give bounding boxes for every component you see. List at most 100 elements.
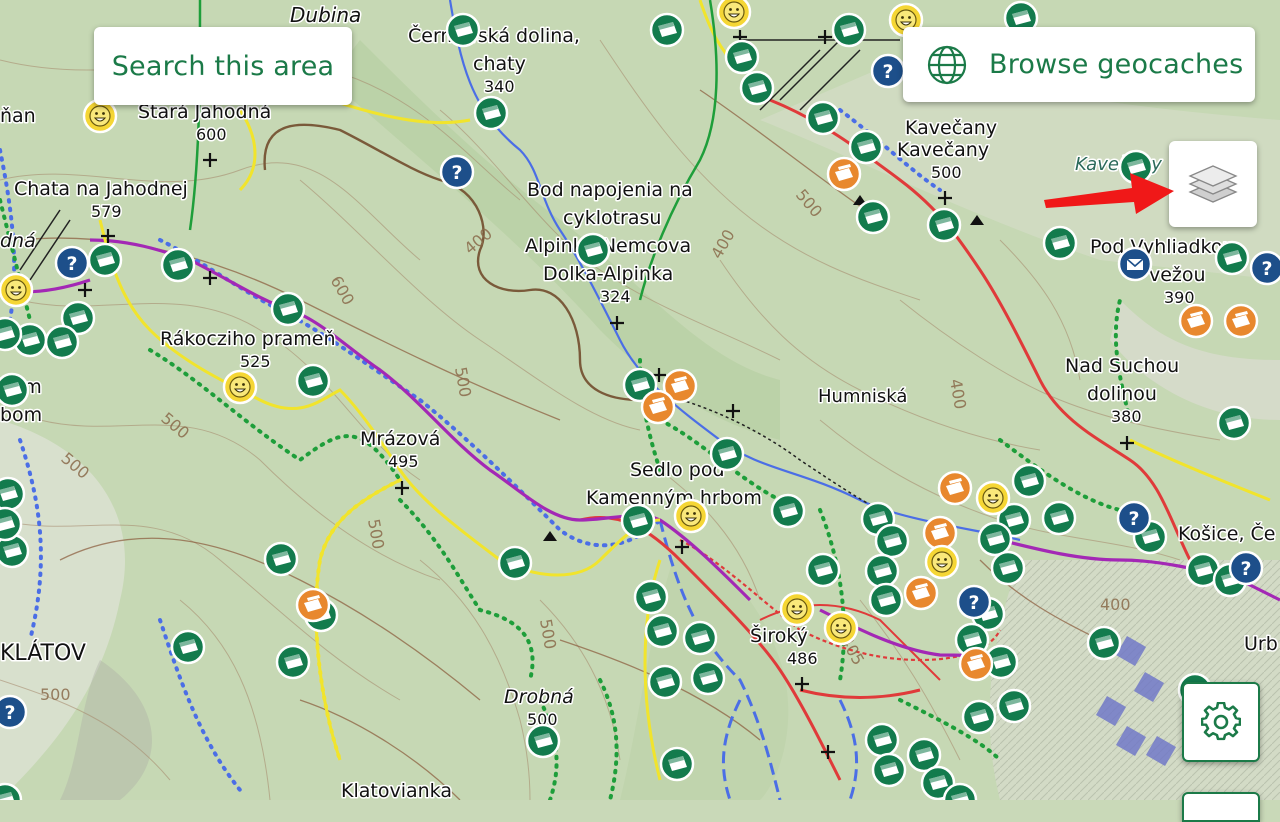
traditional-cache-icon[interactable] [575,232,611,268]
traditional-cache-icon[interactable] [682,620,718,656]
map-canvas[interactable]: ? [0,0,1280,800]
label-siroky: Široký [750,623,808,647]
traditional-cache-icon[interactable] [868,582,904,618]
mystery-cache-icon[interactable] [1249,250,1280,286]
traditional-cache-icon[interactable] [1042,225,1078,261]
traditional-cache-icon[interactable] [263,541,299,577]
map-layers-button[interactable] [1169,141,1257,227]
traditional-cache-icon[interactable] [855,199,891,235]
traditional-cache-icon[interactable] [864,722,900,758]
event-cache-icon[interactable] [823,610,859,646]
mystery-cache-icon[interactable] [956,584,992,620]
traditional-cache-icon[interactable] [770,493,806,529]
traditional-cache-icon[interactable] [709,436,745,472]
label-dolka-alpinka: Dolka-Alpinka [543,263,673,285]
traditional-cache-icon[interactable] [275,644,311,680]
event-cache-icon[interactable] [924,544,960,580]
traditional-cache-icon[interactable] [926,207,962,243]
traditional-cache-icon[interactable] [647,664,683,700]
traditional-cache-icon[interactable] [996,688,1032,724]
traditional-cache-icon[interactable] [874,523,910,559]
mystery-cache-icon[interactable] [54,245,90,281]
search-area-button[interactable]: Search this area [94,27,352,105]
traditional-cache-icon[interactable] [977,521,1013,557]
traditional-cache-icon[interactable] [1041,500,1077,536]
traditional-cache-icon[interactable] [724,39,760,75]
multi-cache-icon[interactable] [958,646,994,682]
traditional-cache-icon[interactable] [633,579,669,615]
multi-cache-icon[interactable] [1178,303,1214,339]
multi-cache-icon[interactable] [922,515,958,551]
partial-bottom-button[interactable] [1182,792,1260,822]
traditional-cache-icon[interactable] [805,100,841,136]
traditional-cache-icon[interactable] [0,506,23,542]
traditional-cache-icon[interactable] [961,699,997,735]
traditional-cache-icon[interactable] [270,291,306,327]
multi-cache-icon[interactable] [826,156,862,192]
traditional-cache-icon[interactable] [0,372,30,408]
traditional-cache-icon[interactable] [44,324,80,360]
multi-cache-icon[interactable] [1223,303,1259,339]
multi-cache-icon[interactable] [295,587,331,623]
label-chaty: chaty [473,53,526,75]
mystery-cache-icon[interactable] [1116,500,1152,536]
traditional-cache-icon[interactable] [473,95,509,131]
label-pod-vyhliadkou: Pod Vyhliadkou [1090,236,1235,258]
label-klatovianka: Klatovianka [341,780,452,800]
event-cache-icon[interactable] [222,369,258,405]
multi-cache-icon[interactable] [937,470,973,506]
label-chata-na-jahodnej: Chata na Jahodnej [14,178,188,200]
traditional-cache-icon[interactable] [644,613,680,649]
traditional-cache-icon[interactable] [295,363,331,399]
settings-button[interactable] [1182,682,1260,762]
traditional-cache-icon[interactable] [1214,240,1250,276]
event-cache-icon[interactable] [779,591,815,627]
label-vezou: vežou [1149,264,1206,286]
mystery-cache-icon[interactable] [0,694,28,730]
multi-cache-icon[interactable] [903,575,939,611]
traditional-cache-icon[interactable] [739,70,775,106]
event-cache-icon[interactable] [0,272,34,308]
traditional-cache-icon[interactable] [0,316,23,352]
label-dna: dná [0,230,36,252]
traditional-cache-icon[interactable] [1216,405,1252,441]
label-kosice: Košice, Če [1178,521,1276,545]
traditional-cache-icon[interactable] [871,752,907,788]
traditional-cache-icon[interactable] [990,550,1026,586]
multi-cache-icon[interactable] [640,389,676,425]
traditional-cache-icon[interactable] [525,723,561,759]
traditional-cache-icon[interactable] [620,503,656,539]
event-cache-icon[interactable] [975,480,1011,516]
traditional-cache-icon[interactable] [659,746,695,782]
event-cache-icon[interactable] [716,0,752,30]
label-ele-500-kav: 500 [931,163,962,182]
traditional-cache-icon[interactable] [170,629,206,665]
mystery-cache-icon[interactable] [1228,550,1264,586]
label-ele-579: 579 [91,202,122,221]
traditional-cache-icon[interactable] [831,12,867,48]
traditional-cache-icon[interactable] [445,12,481,48]
traditional-cache-icon[interactable] [864,553,900,589]
traditional-cache-icon[interactable] [649,12,685,48]
traditional-cache-icon[interactable] [160,247,196,283]
mystery-cache-icon[interactable] [439,154,475,190]
traditional-cache-icon[interactable] [690,660,726,696]
svg-text:500: 500 [40,685,71,704]
traditional-cache-icon[interactable] [87,242,123,278]
event-cache-icon[interactable] [673,498,709,534]
traditional-cache-icon[interactable] [0,476,26,512]
browse-geocaches-button[interactable]: Browse geocaches [903,27,1255,102]
letterbox-cache-icon[interactable] [1117,246,1153,282]
label-ele-340: 340 [484,77,515,96]
mystery-cache-icon[interactable] [870,53,906,89]
label-drobna: Drobná [504,686,574,708]
label-dolinou: dolinou [1087,383,1157,405]
traditional-cache-icon[interactable] [497,545,533,581]
label-humniska: Humniská [818,386,907,407]
traditional-cache-icon[interactable] [848,129,884,165]
traditional-cache-icon[interactable] [1011,463,1047,499]
label-kavecany-2: Kavečany [897,139,989,161]
traditional-cache-icon[interactable] [805,552,841,588]
traditional-cache-icon[interactable] [1086,625,1122,661]
label-sedlo-pod: Sedlo pod [630,459,725,481]
